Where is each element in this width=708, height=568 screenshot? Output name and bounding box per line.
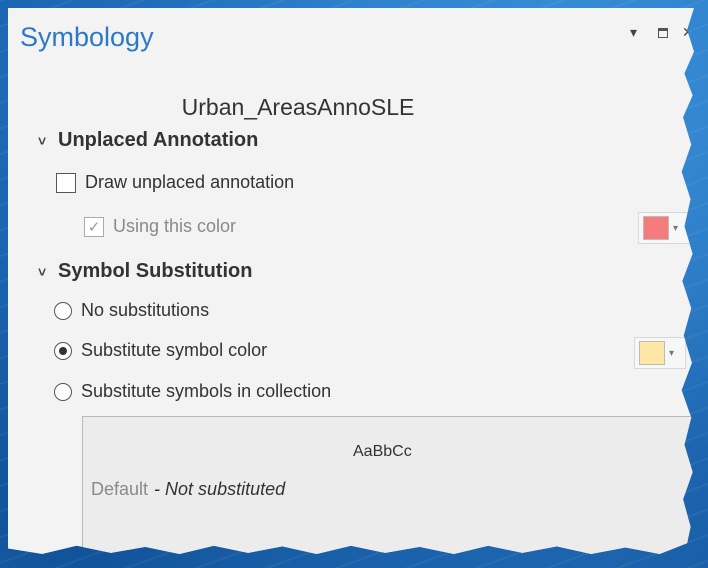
layer-name: Urban_AreasAnnoSLE (181, 94, 415, 120)
using-color-label: Using this color (113, 216, 237, 236)
using-color-row: ✓ Using this color (84, 216, 236, 237)
color-swatch (643, 216, 669, 240)
chevron-down-icon: ˅ (38, 132, 47, 149)
radio-label: No substitutions (81, 300, 210, 320)
draw-unplaced-label: Draw unplaced annotation (85, 172, 295, 192)
radio-selected-dot (59, 346, 67, 355)
section-title: Symbol Substitution (58, 260, 253, 282)
radio-label: Substitute symbols in collection (81, 381, 332, 401)
draw-unplaced-checkbox[interactable] (56, 172, 76, 193)
symbol-substitution-header[interactable]: ˅ Symbol Substitution (38, 260, 252, 283)
chevron-down-icon: ˅ (38, 263, 47, 280)
dropdown-arrow-icon: ▾ (669, 347, 675, 359)
substitute-color-picker[interactable]: ▾ (634, 337, 686, 369)
color-swatch (639, 341, 665, 365)
radio-substitute-color[interactable]: Substitute symbol color (54, 340, 267, 361)
default-symbol-row[interactable]: Default - Not substituted (91, 479, 285, 500)
symbology-pane: Symbology ▾ ✕ Urban_AreasAnnoSLE ˅ Unpla… (8, 8, 694, 554)
restore-icon[interactable] (658, 28, 668, 38)
section-title: Unplaced Annotation (58, 129, 259, 151)
radio-label: Substitute symbol color (81, 340, 268, 360)
dropdown-arrow-icon: ▾ (673, 222, 679, 234)
substitution-status: - Not substituted (154, 479, 286, 499)
draw-unplaced-row[interactable]: Draw unplaced annotation (56, 172, 294, 193)
radio-button[interactable] (54, 382, 72, 401)
default-label: Default (91, 479, 149, 499)
radio-substitute-collection[interactable]: Substitute symbols in collection (54, 381, 331, 402)
pane-title: Symbology (20, 22, 154, 52)
using-color-checkbox: ✓ (84, 216, 104, 237)
radio-button[interactable] (54, 341, 72, 360)
unplaced-color-picker[interactable]: ▾ (638, 212, 690, 244)
chevron-down-icon[interactable]: ▾ (630, 24, 637, 41)
symbol-sample: AaBbCc (353, 443, 412, 460)
substitution-collection-list[interactable]: AaBbCc Default - Not substituted (82, 416, 694, 554)
radio-button[interactable] (54, 301, 72, 320)
radio-no-substitutions[interactable]: No substitutions (54, 300, 209, 321)
unplaced-annotation-header[interactable]: ˅ Unplaced Annotation (38, 129, 258, 152)
